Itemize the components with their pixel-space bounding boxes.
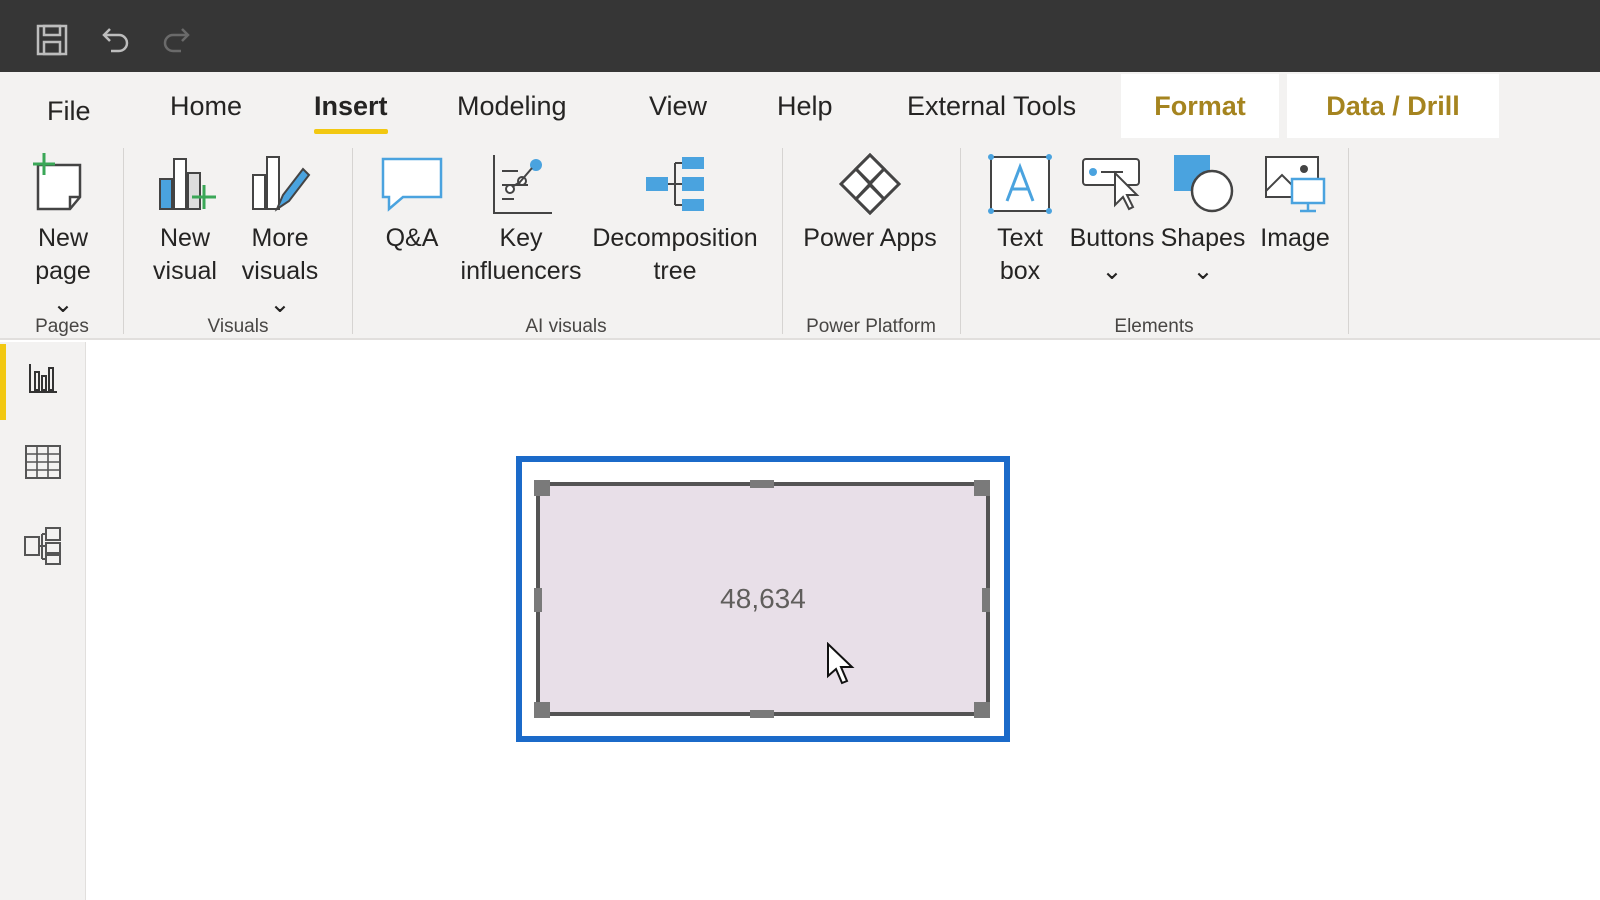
new-page-icon (27, 146, 99, 222)
view-navigation (0, 342, 86, 900)
text-box-button[interactable]: Text box (984, 146, 1056, 288)
group-label-ai-visuals: AI visuals (525, 316, 607, 337)
redo-icon[interactable] (158, 20, 198, 60)
tab-home[interactable]: Home (170, 72, 242, 140)
speech-bubble-icon (376, 146, 448, 222)
resize-handle-bottom-left[interactable] (534, 702, 550, 718)
new-visual-icon (149, 146, 221, 222)
group-separator (960, 148, 961, 334)
resize-handle-bottom[interactable] (750, 710, 774, 718)
more-visuals-label: More visuals ⌄ (241, 224, 319, 318)
tab-help[interactable]: Help (777, 72, 833, 140)
tab-insert[interactable]: Insert (314, 72, 388, 140)
tab-format[interactable]: Format (1121, 74, 1279, 138)
image-label: Image (1260, 224, 1330, 252)
tab-data-drill[interactable]: Data / Drill (1287, 74, 1499, 138)
group-label-power-platform: Power Platform (806, 316, 936, 337)
card-visual[interactable]: 48,634 (536, 482, 990, 716)
shapes-label: Shapes ⌄ (1160, 224, 1246, 285)
power-apps-icon (834, 146, 906, 222)
resize-handle-top-left[interactable] (534, 480, 550, 496)
resize-handle-right[interactable] (982, 588, 990, 612)
title-bar (0, 0, 1600, 72)
shapes-button[interactable]: Shapes ⌄ (1160, 146, 1246, 288)
bar-chart-icon (27, 362, 59, 399)
card-value: 48,634 (720, 583, 806, 614)
tab-file[interactable]: File (47, 77, 91, 145)
text-box-label: Text box (997, 224, 1043, 285)
ribbon-tab-row: File Home Insert Modeling View Help Exte… (0, 72, 1600, 140)
model-diagram-icon (24, 526, 62, 570)
decomposition-tree-button[interactable]: Decomposition tree (588, 146, 762, 288)
data-view-button[interactable] (0, 426, 86, 502)
undo-icon[interactable] (94, 20, 134, 60)
decomposition-tree-icon (639, 146, 711, 222)
resize-handle-bottom-right[interactable] (974, 702, 990, 718)
text-box-icon (984, 146, 1056, 222)
resize-handle-left[interactable] (534, 588, 542, 612)
table-grid-icon (25, 444, 61, 484)
image-button[interactable]: Image (1252, 146, 1338, 255)
group-label-pages: Pages (35, 316, 89, 337)
qna-label: Q&A (385, 224, 439, 252)
new-visual-button[interactable]: New visual (150, 146, 220, 288)
image-icon (1259, 146, 1331, 222)
more-visuals-icon (244, 146, 316, 222)
group-label-visuals: Visuals (207, 316, 269, 337)
report-view-button[interactable] (0, 342, 86, 420)
resize-handle-top-right[interactable] (974, 480, 990, 496)
key-influencers-button[interactable]: Key influencers (456, 146, 586, 288)
ribbon: New page ⌄ Pages New visual More visuals… (0, 140, 1600, 340)
new-visual-label: New visual (153, 224, 217, 285)
group-separator (1348, 148, 1349, 334)
button-cursor-icon (1076, 146, 1148, 222)
shapes-icon (1167, 146, 1239, 222)
qna-button[interactable]: Q&A (376, 146, 448, 255)
tab-view[interactable]: View (649, 72, 707, 140)
resize-handle-top[interactable] (750, 480, 774, 488)
buttons-label: Buttons ⌄ (1069, 224, 1155, 285)
mouse-pointer-icon (826, 641, 856, 691)
new-page-label: New page ⌄ (35, 224, 91, 318)
group-label-elements: Elements (1114, 316, 1194, 337)
power-apps-label: Power Apps (803, 224, 937, 252)
key-influencers-label: Key influencers (460, 224, 582, 285)
tab-external-tools[interactable]: External Tools (907, 72, 1076, 140)
group-separator (123, 148, 124, 334)
key-influencers-icon (485, 146, 557, 222)
model-view-button[interactable] (0, 510, 86, 586)
tab-modeling[interactable]: Modeling (457, 72, 567, 140)
power-apps-button[interactable]: Power Apps (800, 146, 940, 255)
group-separator (352, 148, 353, 334)
more-visuals-button[interactable]: More visuals ⌄ (228, 146, 332, 321)
save-icon[interactable] (32, 20, 72, 60)
decomposition-tree-label: Decomposition tree (592, 224, 758, 285)
buttons-button[interactable]: Buttons ⌄ (1064, 146, 1160, 288)
group-separator (782, 148, 783, 334)
new-page-button[interactable]: New page ⌄ (22, 146, 104, 321)
